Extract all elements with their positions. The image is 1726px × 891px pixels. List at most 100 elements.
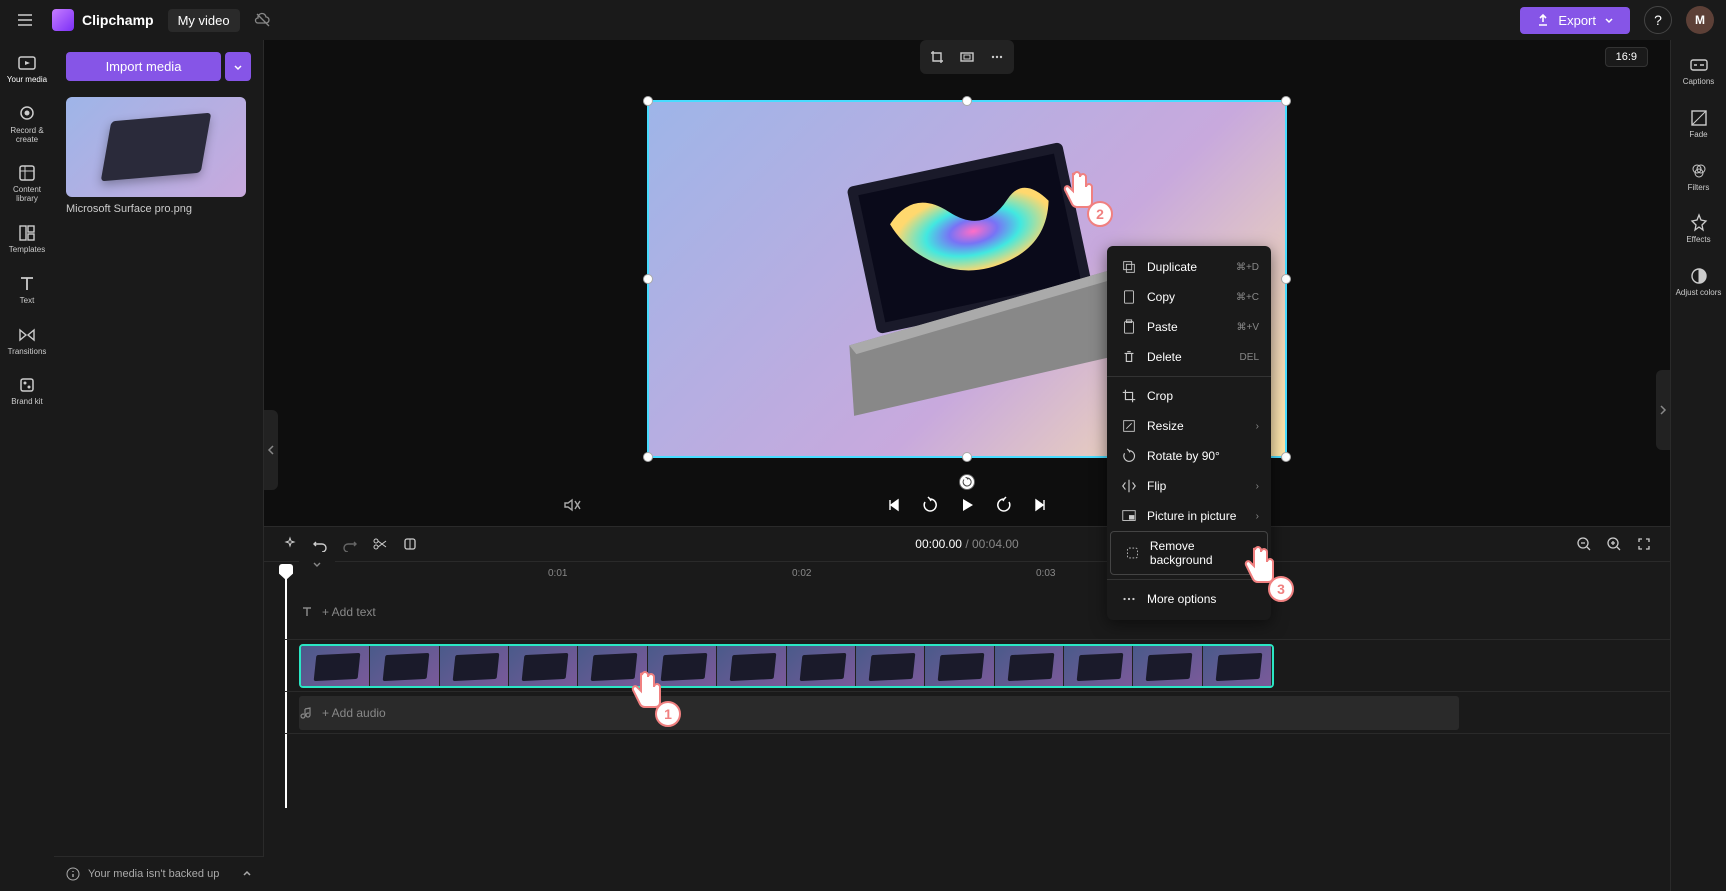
sidebar-item-your-media[interactable]: Your media bbox=[3, 52, 51, 85]
context-menu-duplicate[interactable]: Duplicate⌘+D bbox=[1107, 252, 1271, 282]
your-media-icon bbox=[16, 52, 38, 74]
context-menu-remove-background[interactable]: Remove background bbox=[1110, 531, 1268, 575]
media-thumbnail[interactable] bbox=[66, 97, 246, 197]
more-tool-icon[interactable] bbox=[984, 44, 1010, 70]
zoom-out-icon[interactable] bbox=[1576, 536, 1592, 552]
aspect-ratio-selector[interactable]: 16:9 bbox=[1605, 47, 1648, 67]
ctx-label: Paste bbox=[1147, 320, 1178, 334]
transitions-icon bbox=[16, 324, 38, 346]
video-clip[interactable] bbox=[299, 644, 1274, 688]
resize-handle-bm[interactable] bbox=[962, 452, 972, 462]
cloud-off-icon[interactable] bbox=[254, 11, 272, 29]
sidebar-item-record[interactable]: Record & create bbox=[3, 103, 51, 145]
playback-bar bbox=[264, 484, 1670, 526]
crop-tool-icon[interactable] bbox=[924, 44, 950, 70]
flip-icon bbox=[1121, 478, 1137, 494]
rail-label: Captions bbox=[1683, 78, 1715, 87]
export-button[interactable]: Export bbox=[1520, 7, 1630, 34]
timeline-playhead[interactable] bbox=[279, 564, 293, 580]
clip-thumbnail-frame bbox=[925, 646, 994, 686]
import-media-button[interactable]: Import media bbox=[66, 52, 221, 81]
hamburger-menu[interactable] bbox=[12, 7, 38, 33]
sidebar-item-templates[interactable]: Templates bbox=[3, 222, 51, 255]
sidebar-item-fade[interactable]: Fade bbox=[1675, 107, 1723, 140]
resize-handle-lm[interactable] bbox=[643, 274, 653, 284]
ctx-label: Crop bbox=[1147, 389, 1173, 403]
video-track[interactable] bbox=[284, 640, 1670, 692]
context-menu-rotate-by-90-[interactable]: Rotate by 90° bbox=[1107, 441, 1271, 471]
captions-icon bbox=[1688, 54, 1710, 76]
context-menu-resize[interactable]: Resize› bbox=[1107, 411, 1271, 441]
forward-icon[interactable] bbox=[995, 496, 1013, 514]
help-button[interactable]: ? bbox=[1644, 6, 1672, 34]
zoom-fit-icon[interactable] bbox=[1636, 536, 1652, 552]
clip-thumbnail-frame bbox=[648, 646, 717, 686]
sidebar-item-adjust[interactable]: Adjust colors bbox=[1675, 265, 1723, 298]
clip-thumbnail-frame bbox=[509, 646, 578, 686]
timeline-ruler[interactable]: 0:010:020:03 bbox=[284, 562, 1670, 584]
resize-handle-br[interactable] bbox=[1281, 452, 1291, 462]
clipchamp-logo-icon bbox=[52, 9, 74, 31]
zoom-in-icon[interactable] bbox=[1606, 536, 1622, 552]
resize-handle-bl[interactable] bbox=[643, 452, 653, 462]
ctx-label: Rotate by 90° bbox=[1147, 449, 1220, 463]
rail-label: Text bbox=[20, 297, 35, 306]
project-name-field[interactable]: My video bbox=[168, 9, 240, 32]
canvas-stage[interactable] bbox=[264, 74, 1670, 484]
sidebar-item-brand[interactable]: Brand kit bbox=[3, 374, 51, 407]
chevron-right-icon: › bbox=[1256, 421, 1259, 432]
resize-handle-tr[interactable] bbox=[1281, 96, 1291, 106]
resize-handle-rm[interactable] bbox=[1281, 274, 1291, 284]
backup-status-bar[interactable]: Your media isn't backed up bbox=[54, 856, 264, 891]
context-menu-paste[interactable]: Paste⌘+V bbox=[1107, 312, 1271, 342]
undo-icon[interactable] bbox=[312, 536, 328, 552]
clip-thumbnail-frame bbox=[440, 646, 509, 686]
brand-icon bbox=[16, 374, 38, 396]
context-menu-flip[interactable]: Flip› bbox=[1107, 471, 1271, 501]
templates-icon bbox=[16, 222, 38, 244]
split-clip-icon[interactable] bbox=[402, 536, 418, 552]
timeline[interactable]: 0:010:020:03 + Add text bbox=[264, 562, 1670, 891]
play-button[interactable] bbox=[957, 495, 977, 515]
ctx-label: Picture in picture bbox=[1147, 509, 1236, 523]
redo-icon[interactable] bbox=[342, 536, 358, 552]
sidebar-item-text[interactable]: Text bbox=[3, 273, 51, 306]
collapse-right-panel[interactable] bbox=[1656, 370, 1670, 450]
media-file-name: Microsoft Surface pro.png bbox=[66, 203, 251, 215]
rail-label: Adjust colors bbox=[1676, 289, 1722, 298]
ruler-tick: 0:02 bbox=[792, 568, 811, 579]
rewind-icon[interactable] bbox=[921, 496, 939, 514]
ai-sparkle-icon[interactable] bbox=[282, 536, 298, 552]
sidebar-item-effects[interactable]: Effects bbox=[1675, 212, 1723, 245]
ctx-shortcut: ⌘+C bbox=[1236, 292, 1259, 303]
sidebar-item-captions[interactable]: Captions bbox=[1675, 54, 1723, 87]
upload-icon bbox=[1536, 13, 1550, 27]
context-menu-delete[interactable]: DeleteDEL bbox=[1107, 342, 1271, 372]
rail-label: Filters bbox=[1688, 184, 1710, 193]
context-menu-more-options[interactable]: More options bbox=[1107, 584, 1271, 614]
rail-label: Your media bbox=[7, 76, 47, 85]
user-avatar[interactable]: M bbox=[1686, 6, 1714, 34]
resize-handle-tm[interactable] bbox=[962, 96, 972, 106]
audio-track[interactable]: + Add audio bbox=[284, 692, 1670, 734]
export-label: Export bbox=[1558, 13, 1596, 28]
sidebar-item-filters[interactable]: Filters bbox=[1675, 160, 1723, 193]
sidebar-item-transitions[interactable]: Transitions bbox=[3, 324, 51, 357]
audio-waveform-band[interactable] bbox=[299, 696, 1459, 730]
sidebar-item-content[interactable]: Content library bbox=[3, 162, 51, 204]
text-track[interactable]: + Add text bbox=[284, 584, 1670, 640]
scissors-icon[interactable] bbox=[372, 536, 388, 552]
fit-tool-icon[interactable] bbox=[954, 44, 980, 70]
chevron-up-icon bbox=[242, 869, 252, 879]
resize-handle-tl[interactable] bbox=[643, 96, 653, 106]
canvas-area: 16:9 bbox=[264, 40, 1670, 891]
import-media-dropdown[interactable] bbox=[225, 52, 251, 81]
skip-end-icon[interactable] bbox=[1031, 496, 1049, 514]
speaker-off-icon[interactable] bbox=[562, 495, 582, 515]
more-icon bbox=[1121, 591, 1137, 607]
skip-start-icon[interactable] bbox=[885, 496, 903, 514]
rail-label: Brand kit bbox=[11, 398, 43, 407]
context-menu-picture-in-picture[interactable]: Picture in picture› bbox=[1107, 501, 1271, 531]
context-menu-copy[interactable]: Copy⌘+C bbox=[1107, 282, 1271, 312]
context-menu-crop[interactable]: Crop bbox=[1107, 381, 1271, 411]
